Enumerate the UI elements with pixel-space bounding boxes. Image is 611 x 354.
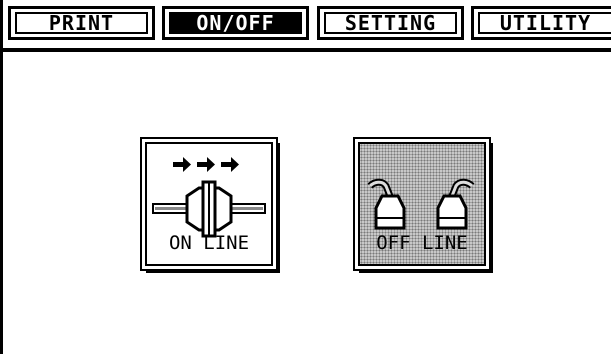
- printer-panel-screen: PRINT ON/OFF SETTING UTILITY ON LINE OFF…: [0, 0, 611, 354]
- tab-print[interactable]: PRINT: [8, 6, 155, 40]
- tab-bar: PRINT ON/OFF SETTING UTILITY: [0, 0, 611, 48]
- tab-utility[interactable]: UTILITY: [471, 6, 611, 40]
- tab-utility-label: UTILITY: [478, 11, 611, 35]
- tab-on-off[interactable]: ON/OFF: [162, 6, 309, 40]
- offline-button[interactable]: OFF LINE: [353, 137, 493, 273]
- offline-button-face: OFF LINE: [358, 142, 486, 266]
- offline-connector-icon: [360, 152, 484, 238]
- tab-setting[interactable]: SETTING: [317, 6, 464, 40]
- screen-left-border: [0, 0, 3, 354]
- offline-button-shadow-bottom: [359, 270, 493, 273]
- tab-on-off-label: ON/OFF: [169, 11, 302, 35]
- tab-print-label: PRINT: [15, 11, 148, 35]
- online-button-shadow: [277, 143, 280, 273]
- offline-button-label: OFF LINE: [376, 232, 468, 254]
- offline-button-shadow: [490, 143, 493, 273]
- online-connector-icon: [147, 152, 271, 238]
- tab-setting-label: SETTING: [324, 11, 457, 35]
- online-button[interactable]: ON LINE: [140, 137, 280, 273]
- online-button-face: ON LINE: [145, 142, 273, 266]
- online-button-label: ON LINE: [168, 232, 250, 254]
- online-button-shadow-bottom: [146, 270, 280, 273]
- tab-divider: [0, 48, 611, 52]
